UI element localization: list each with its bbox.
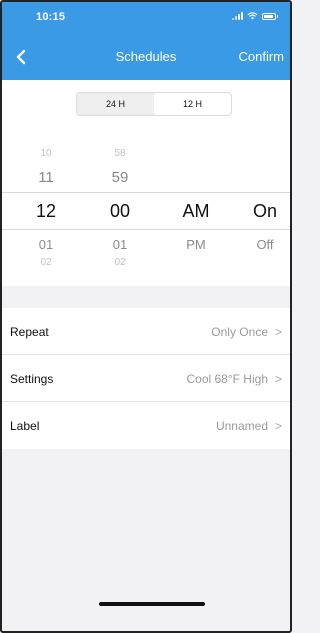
am-pm-wheel[interactable]: AM PM: [166, 80, 226, 286]
label-label: Label: [10, 419, 40, 433]
home-indicator: [99, 602, 205, 606]
label-row[interactable]: Label Unnamed >: [2, 402, 290, 449]
minute-option: 01: [112, 237, 128, 252]
repeat-value: Only Once: [211, 325, 268, 339]
settings-label: Settings: [10, 372, 54, 386]
hour-option: 11: [38, 169, 54, 186]
schedule-settings-list: Repeat Only Once > Settings Cool 68°F Hi…: [2, 308, 290, 449]
nav-bar: Schedules Confirm: [2, 34, 290, 80]
chevron-right-icon: >: [274, 325, 282, 339]
period-selected: AM: [182, 201, 210, 221]
battery-icon: [262, 12, 278, 20]
power-selected: On: [252, 201, 277, 221]
power-option: Off: [256, 237, 274, 252]
status-bar: 10:15: [2, 2, 290, 34]
wifi-icon: [247, 12, 258, 20]
minute-option: 58: [114, 148, 126, 159]
status-time: 10:15: [36, 11, 66, 23]
chevron-right-icon: >: [274, 419, 282, 433]
hour-selected: 12: [35, 201, 57, 221]
hour-option: 01: [38, 237, 54, 252]
minute-option: 59: [111, 169, 129, 186]
repeat-label: Repeat: [10, 325, 49, 339]
status-icons: [232, 12, 278, 20]
settings-row[interactable]: Settings Cool 68°F High >: [2, 355, 290, 402]
hour-wheel[interactable]: 10 11 12 01 02: [16, 80, 76, 286]
period-option: PM: [186, 237, 206, 252]
hour-option: 02: [40, 257, 52, 268]
confirm-button[interactable]: Confirm: [238, 49, 284, 64]
repeat-row[interactable]: Repeat Only Once >: [2, 308, 290, 355]
minute-selected: 00: [109, 201, 131, 221]
time-picker-panel: 24 H 12 H 10 11 12 01 02 58 59 00 01 02 …: [2, 80, 290, 286]
hour-option: 10: [40, 148, 52, 159]
signal-icon: [232, 12, 243, 20]
settings-value: Cool 68°F High: [186, 372, 268, 386]
minute-option: 02: [114, 257, 126, 268]
label-value: Unnamed: [215, 419, 268, 433]
minute-wheel[interactable]: 58 59 00 01 02: [90, 80, 150, 286]
app-screen: 10:15 Schedules Confirm 24 H 12 H 10 11 …: [0, 0, 292, 633]
on-off-wheel[interactable]: On Off: [238, 80, 290, 286]
chevron-right-icon: >: [274, 372, 282, 386]
